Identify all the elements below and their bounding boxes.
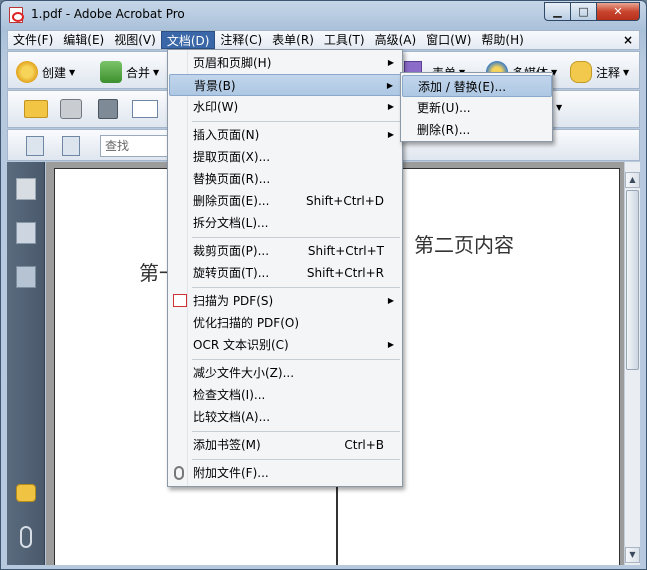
watermark-url: jingyan.baidu.com — [518, 541, 611, 552]
document-menu: 页眉和页脚(H) ▶ 背景(B) ▶ 水印(W) ▶ 插入页面(N) ▶ 提取页面(X)… — [167, 49, 403, 487]
pages-icon[interactable] — [16, 178, 36, 200]
title-bar: 1.pdf - Adobe Acrobat Pro ▁ □ ✕ — [1, 1, 646, 29]
submenu-arrow-icon: ▶ — [387, 340, 394, 349]
create-icon — [16, 61, 38, 83]
menu-advanced[interactable]: 高级(A) — [370, 31, 422, 49]
search-input[interactable]: 查找 — [100, 135, 175, 157]
comment-icon — [570, 61, 592, 83]
signatures-icon[interactable] — [16, 266, 36, 288]
menu-item-replace-pages[interactable]: 替换页面(R)... — [169, 168, 402, 190]
submenu-item-add-replace[interactable]: 添加 / 替换(E)... — [402, 75, 552, 97]
menu-item-optimize-scanned-pdf[interactable]: 优化扫描的 PDF(O) — [169, 312, 402, 334]
attachments-icon[interactable] — [20, 526, 32, 548]
submenu-item-remove[interactable]: 删除(R)... — [402, 119, 552, 141]
comments-icon[interactable] — [16, 484, 36, 502]
save-icon[interactable] — [98, 99, 118, 119]
menu-separator — [192, 459, 400, 460]
comment-label: 注释 — [596, 65, 621, 80]
menu-tools[interactable]: 工具(T) — [319, 31, 370, 49]
bookmarks-icon[interactable] — [16, 222, 36, 244]
submenu-arrow-icon: ▶ — [387, 130, 394, 139]
menu-item-watermark[interactable]: 水印(W) ▶ — [169, 96, 402, 118]
baidu-watermark: Bai 经验 — [490, 516, 581, 541]
background-submenu: 添加 / 替换(E)... 更新(U)... 删除(R)... — [400, 72, 553, 142]
open-folder-icon[interactable] — [24, 100, 48, 118]
print-icon[interactable] — [60, 99, 82, 119]
menu-document[interactable]: 文档(D) — [160, 31, 216, 49]
shortcut-label: Shift+Ctrl+T — [307, 244, 384, 258]
submenu-arrow-icon: ▶ — [386, 81, 393, 90]
chevron-down-icon: ▼ — [69, 67, 76, 77]
menu-item-attach-file[interactable]: 附加文件(F)... — [169, 462, 402, 484]
email-icon[interactable] — [132, 100, 158, 118]
close-button[interactable]: ✕ — [596, 2, 640, 21]
menu-comments[interactable]: 注释(C) — [215, 31, 267, 49]
menu-item-ocr[interactable]: OCR 文本识别(C) ▶ — [169, 334, 402, 356]
menu-separator — [192, 431, 400, 432]
menu-bar: 文件(F) 编辑(E) 视图(V) 文档(D) 注释(C) 表单(R) 工具(T… — [7, 30, 640, 50]
menu-item-reduce-file-size[interactable]: 减少文件大小(Z)... — [169, 362, 402, 384]
menu-item-split-document[interactable]: 拆分文档(L)... — [169, 212, 402, 234]
menu-window[interactable]: 窗口(W) — [421, 31, 476, 49]
scroll-thumb[interactable] — [626, 190, 639, 370]
scanner-icon — [173, 294, 187, 307]
window-title: 1.pdf - Adobe Acrobat Pro — [31, 7, 185, 21]
submenu-item-update[interactable]: 更新(U)... — [402, 97, 552, 119]
menu-item-compare-documents[interactable]: 比较文档(A)... — [169, 406, 402, 428]
menu-help[interactable]: 帮助(H) — [476, 31, 528, 49]
menu-separator — [192, 237, 400, 238]
combine-label: 合并 — [126, 65, 151, 80]
menu-separator — [192, 287, 400, 288]
menu-item-examine-document[interactable]: 检查文档(I)... — [169, 384, 402, 406]
chevron-down-icon[interactable]: ▼ — [556, 103, 562, 112]
combine-button[interactable]: 合并 ▼ — [100, 61, 159, 83]
create-button[interactable]: 创建 ▼ — [16, 61, 75, 83]
menu-item-extract-pages[interactable]: 提取页面(X)... — [169, 146, 402, 168]
menu-view[interactable]: 视图(V) — [109, 31, 161, 49]
pdf-app-icon — [9, 7, 24, 23]
minimize-button[interactable]: ▁ — [544, 2, 571, 21]
chevron-down-icon: ▼ — [623, 67, 630, 77]
menu-item-background[interactable]: 背景(B) ▶ — [169, 74, 402, 96]
shortcut-label: Shift+Ctrl+R — [306, 266, 384, 280]
menu-item-header-footer[interactable]: 页眉和页脚(H) ▶ — [169, 52, 402, 74]
create-label: 创建 — [42, 65, 67, 80]
chevron-down-icon: ▼ — [153, 67, 160, 77]
scroll-up-button[interactable]: ▲ — [625, 172, 640, 188]
fit-page-icon[interactable] — [62, 136, 80, 156]
menu-edit[interactable]: 编辑(E) — [58, 31, 109, 49]
combine-icon — [100, 61, 122, 83]
menu-item-rotate-pages[interactable]: 旋转页面(T)... Shift+Ctrl+R — [169, 262, 402, 284]
submenu-arrow-icon: ▶ — [387, 102, 394, 111]
menu-item-crop-pages[interactable]: 裁剪页面(P)... Shift+Ctrl+T — [169, 240, 402, 262]
menu-forms[interactable]: 表单(R) — [267, 31, 319, 49]
navigation-panel — [7, 162, 45, 565]
comment-button[interactable]: 注释 ▼ — [570, 61, 629, 83]
menu-item-scan-to-pdf[interactable]: 扫描为 PDF(S) ▶ — [169, 290, 402, 312]
menu-file[interactable]: 文件(F) — [8, 31, 58, 49]
menu-item-add-bookmark[interactable]: 添加书签(M) Ctrl+B — [169, 434, 402, 456]
fit-width-icon[interactable] — [26, 136, 44, 156]
maximize-button[interactable]: □ — [570, 2, 597, 21]
shortcut-label: Shift+Ctrl+D — [306, 194, 384, 208]
menu-item-insert-pages[interactable]: 插入页面(N) ▶ — [169, 124, 402, 146]
submenu-arrow-icon: ▶ — [387, 296, 394, 305]
window-controls: ▁ □ ✕ — [544, 2, 640, 21]
submenu-arrow-icon: ▶ — [387, 58, 394, 67]
menu-separator — [192, 359, 400, 360]
shortcut-label: Ctrl+B — [344, 438, 384, 452]
paperclip-icon — [174, 466, 184, 480]
close-document-button[interactable]: × — [623, 33, 639, 47]
menu-separator — [192, 121, 400, 122]
menu-item-delete-pages[interactable]: 删除页面(E)... Shift+Ctrl+D — [169, 190, 402, 212]
scroll-down-button[interactable]: ▼ — [625, 547, 640, 563]
vertical-scrollbar[interactable]: ▲ ▼ — [624, 162, 640, 565]
page-2-text: 第二页内容 — [414, 233, 514, 257]
